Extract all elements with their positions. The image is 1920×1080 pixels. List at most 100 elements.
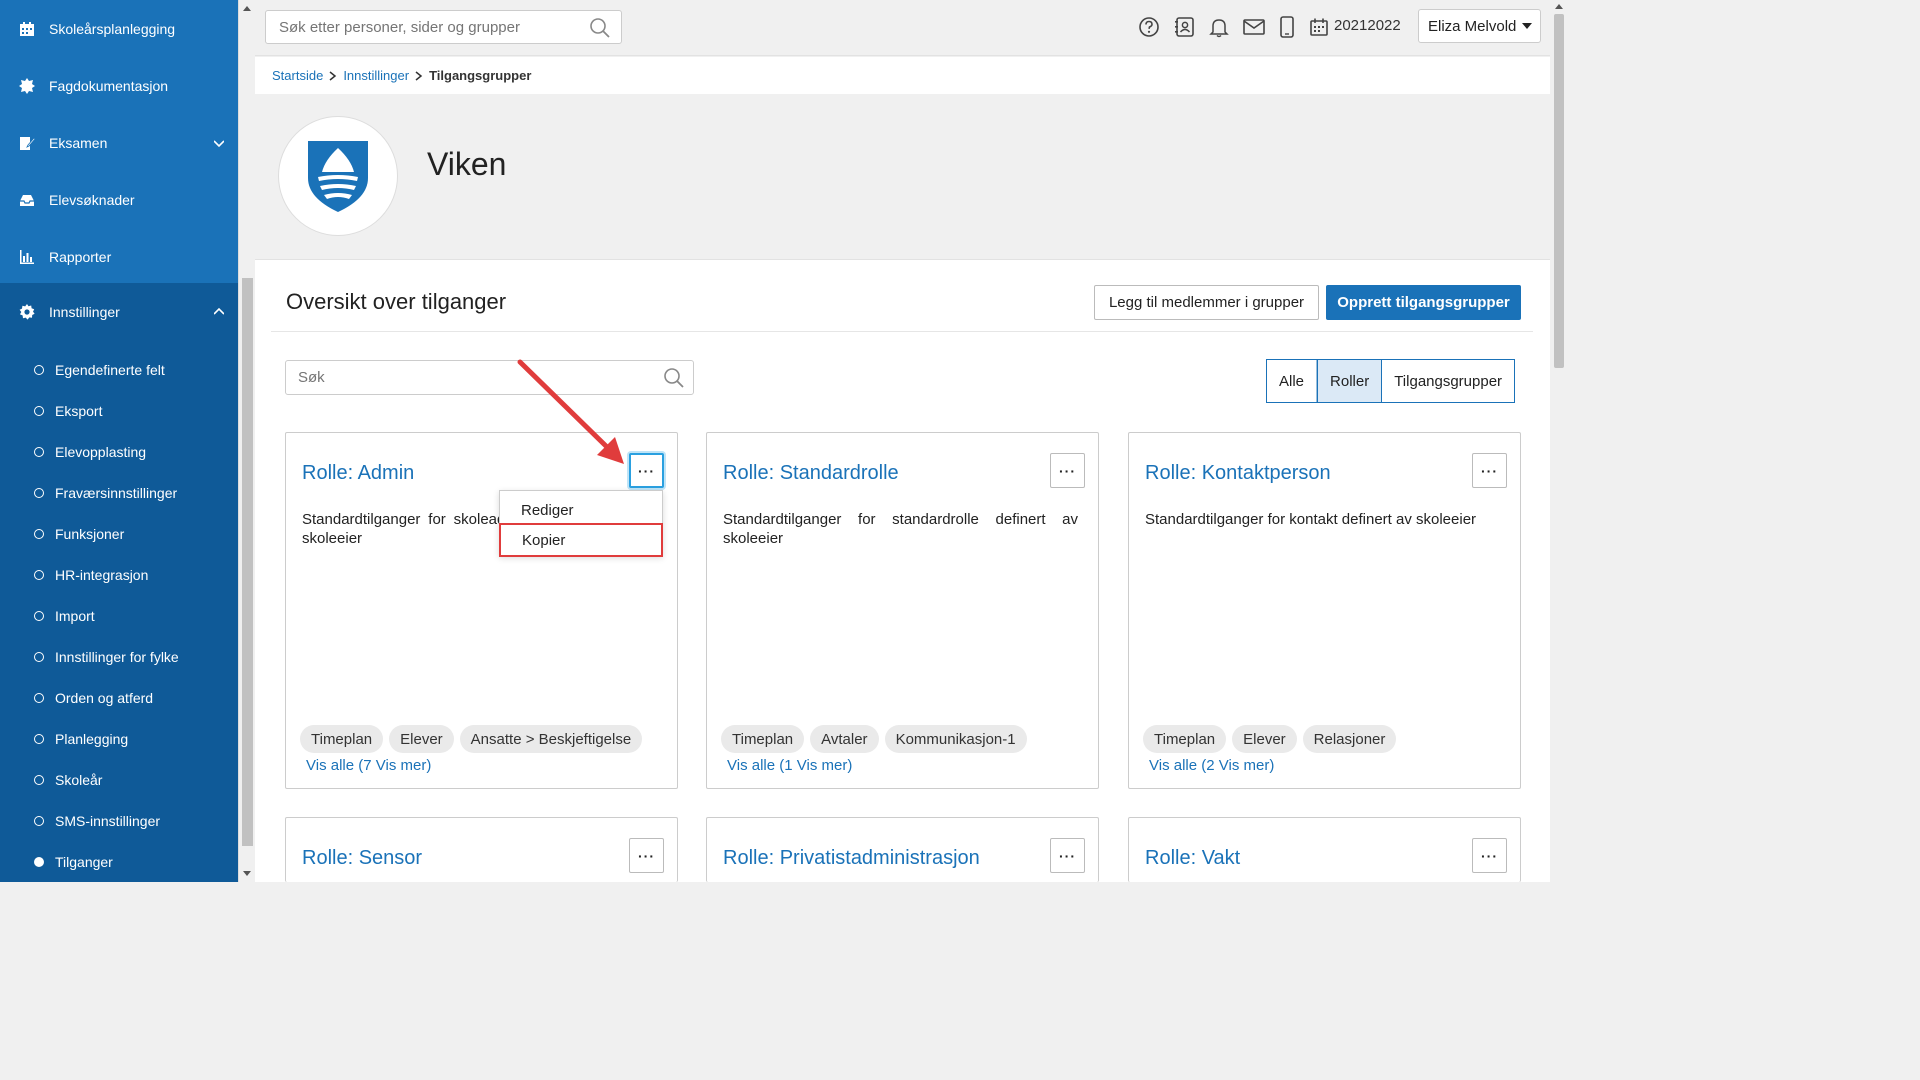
sidebar-subitem-label: Innstillinger for fylke	[55, 648, 179, 665]
search-icon[interactable]	[663, 367, 685, 394]
calendar-icon[interactable]	[1307, 15, 1331, 39]
sidebar-subitem-import[interactable]: Import	[0, 595, 238, 636]
global-search[interactable]	[265, 10, 622, 44]
filter-roles[interactable]: Roller	[1317, 360, 1383, 402]
sidebar-item-innstillinger[interactable]: Innstillinger	[0, 283, 238, 340]
global-search-input[interactable]	[266, 11, 566, 43]
role-card-privatistadministrasjon: Rolle: Privatistadministrasjon ···	[706, 817, 1099, 882]
breadcrumb-settings[interactable]: Innstillinger	[343, 68, 409, 83]
role-card-title[interactable]: Rolle: Admin	[302, 462, 414, 485]
contact-card-icon[interactable]	[1173, 15, 1197, 39]
sidebar-item-label: Innstillinger	[49, 303, 120, 320]
divider	[271, 331, 1533, 332]
circle-icon	[34, 487, 44, 498]
more-options-button[interactable]: ···	[1050, 453, 1085, 488]
sidebar-subitem-tilganger[interactable]: Tilganger	[0, 841, 238, 882]
sidebar-item-label: Rapporter	[49, 248, 112, 265]
help-icon[interactable]	[1137, 15, 1161, 39]
show-all-link[interactable]: Vis alle (1 Vis mer)	[727, 757, 852, 774]
sidebar-subitem-skolear[interactable]: Skoleår	[0, 759, 238, 800]
caret-down-icon	[1522, 23, 1533, 29]
role-card-tags: Timeplan Elever Relasjoner	[1143, 725, 1397, 753]
sidebar-item-fagdokumentasjon[interactable]: Fagdokumentasjon	[0, 57, 238, 114]
school-year-label[interactable]: 20212022	[1334, 17, 1401, 34]
sidebar-subitem-hr-integrasjon[interactable]: HR-integrasjon	[0, 554, 238, 595]
show-all-link[interactable]: Vis alle (7 Vis mer)	[306, 757, 431, 774]
sidebar-item-label: Elevsøknader	[49, 191, 135, 208]
filter-search[interactable]	[285, 360, 694, 395]
filter-access-groups[interactable]: Tilgangsgrupper	[1382, 360, 1514, 402]
role-card-tags: Timeplan Elever Ansatte > Beskjeftigelse	[300, 725, 643, 753]
calendar-icon	[18, 20, 36, 38]
filter-all[interactable]: Alle	[1267, 360, 1318, 402]
scroll-up-arrow-icon[interactable]	[1555, 4, 1563, 9]
sidebar-subitem-label: Egendefinerte felt	[55, 361, 165, 378]
breadcrumb: Startside Innstillinger Tilgangsgrupper	[255, 57, 1550, 94]
sidebar-subitem-label: Tilganger	[55, 853, 113, 870]
main-scrollbar[interactable]	[1550, 0, 1568, 882]
edit-menu-item[interactable]: Rediger	[500, 497, 662, 523]
sidebar-subitem-orden-og-atferd[interactable]: Orden og atferd	[0, 677, 238, 718]
main-scrollbar-thumb[interactable]	[1554, 14, 1564, 368]
scroll-up-arrow-icon[interactable]	[243, 6, 251, 11]
edit-icon	[18, 134, 36, 152]
more-options-button[interactable]: ···	[1472, 838, 1507, 873]
sidebar-subitem-label: Funksjoner	[55, 525, 125, 542]
sidebar-item-elevsoknader[interactable]: Elevsøknader	[0, 171, 238, 228]
more-options-button[interactable]: ···	[629, 838, 664, 873]
role-card-title[interactable]: Rolle: Privatistadministrasjon	[723, 847, 980, 870]
copy-menu-item[interactable]: Kopier	[499, 523, 663, 557]
sidebar-subitem-egendefinerte-felt[interactable]: Egendefinerte felt	[0, 349, 238, 390]
more-options-button[interactable]: ···	[1472, 453, 1507, 488]
breadcrumb-home[interactable]: Startside	[272, 68, 323, 83]
sidebar-subitem-label: Planlegging	[55, 730, 129, 747]
role-card-title[interactable]: Rolle: Sensor	[302, 847, 422, 870]
role-card-title[interactable]: Rolle: Vakt	[1145, 847, 1240, 870]
create-access-groups-button[interactable]: Opprett tilgangsgrupper	[1326, 285, 1521, 320]
mobile-icon[interactable]	[1275, 15, 1299, 39]
tag: Elever	[1232, 725, 1297, 753]
sidebar-item-rapporter[interactable]: Rapporter	[0, 228, 238, 285]
sidebar: Skoleårsplanlegging Fagdokumentasjon Eks…	[0, 0, 238, 882]
user-menu-button[interactable]: Eliza Melvold	[1418, 9, 1541, 43]
sidebar-subitem-elevopplasting[interactable]: Elevopplasting	[0, 431, 238, 472]
sidebar-scrollbar[interactable]	[238, 0, 255, 882]
sidebar-item-eksamen[interactable]: Eksamen	[0, 114, 238, 171]
sidebar-subitem-fravaersinnstillinger[interactable]: Fraværsinnstillinger	[0, 472, 238, 513]
organization-logo	[278, 116, 398, 236]
search-icon[interactable]	[589, 17, 611, 44]
circle-icon	[34, 405, 44, 416]
sidebar-subitem-label: Import	[55, 607, 95, 624]
chevron-down-icon	[214, 139, 224, 147]
role-card-standardrolle: Rolle: Standardrolle ··· Standardtilgang…	[706, 432, 1099, 789]
role-card-vakt: Rolle: Vakt ···	[1128, 817, 1521, 882]
mail-icon[interactable]	[1242, 15, 1266, 39]
role-card-title[interactable]: Rolle: Kontaktperson	[1145, 462, 1331, 485]
sidebar-item-skolearsplanlegging[interactable]: Skoleårsplanlegging	[0, 0, 238, 57]
sidebar-item-label: Skoleårsplanlegging	[49, 20, 176, 37]
tag: Timeplan	[300, 725, 384, 753]
circle-icon	[34, 733, 44, 744]
more-options-button[interactable]: ···	[1050, 838, 1085, 873]
circle-icon	[34, 364, 44, 375]
circle-icon	[34, 774, 44, 785]
chevron-right-icon	[329, 70, 337, 81]
role-card-title[interactable]: Rolle: Standardrolle	[723, 462, 899, 485]
sidebar-subitem-planlegging[interactable]: Planlegging	[0, 718, 238, 759]
sidebar-subitem-sms-innstillinger[interactable]: SMS-innstillinger	[0, 800, 238, 841]
bell-icon[interactable]	[1207, 15, 1231, 39]
show-all-link[interactable]: Vis alle (2 Vis mer)	[1149, 757, 1274, 774]
sidebar-subitem-eksport[interactable]: Eksport	[0, 390, 238, 431]
sidebar-subitem-funksjoner[interactable]: Funksjoner	[0, 513, 238, 554]
more-options-button[interactable]: ···	[629, 453, 664, 488]
card-options-dropdown: Rediger Kopier	[499, 490, 663, 557]
sidebar-subitem-innstillinger-for-fylke[interactable]: Innstillinger for fylke	[0, 636, 238, 677]
circle-icon	[34, 569, 44, 580]
add-members-button[interactable]: Legg til medlemmer i grupper	[1094, 285, 1319, 320]
scroll-down-arrow-icon[interactable]	[243, 871, 251, 876]
user-name: Eliza Melvold	[1428, 17, 1517, 35]
sidebar-scrollbar-thumb[interactable]	[242, 278, 253, 846]
filter-search-input[interactable]	[286, 361, 636, 394]
settings-submenu: Innstillinger Egendefinerte felt Eksport…	[0, 283, 238, 882]
circle-icon	[34, 528, 44, 539]
